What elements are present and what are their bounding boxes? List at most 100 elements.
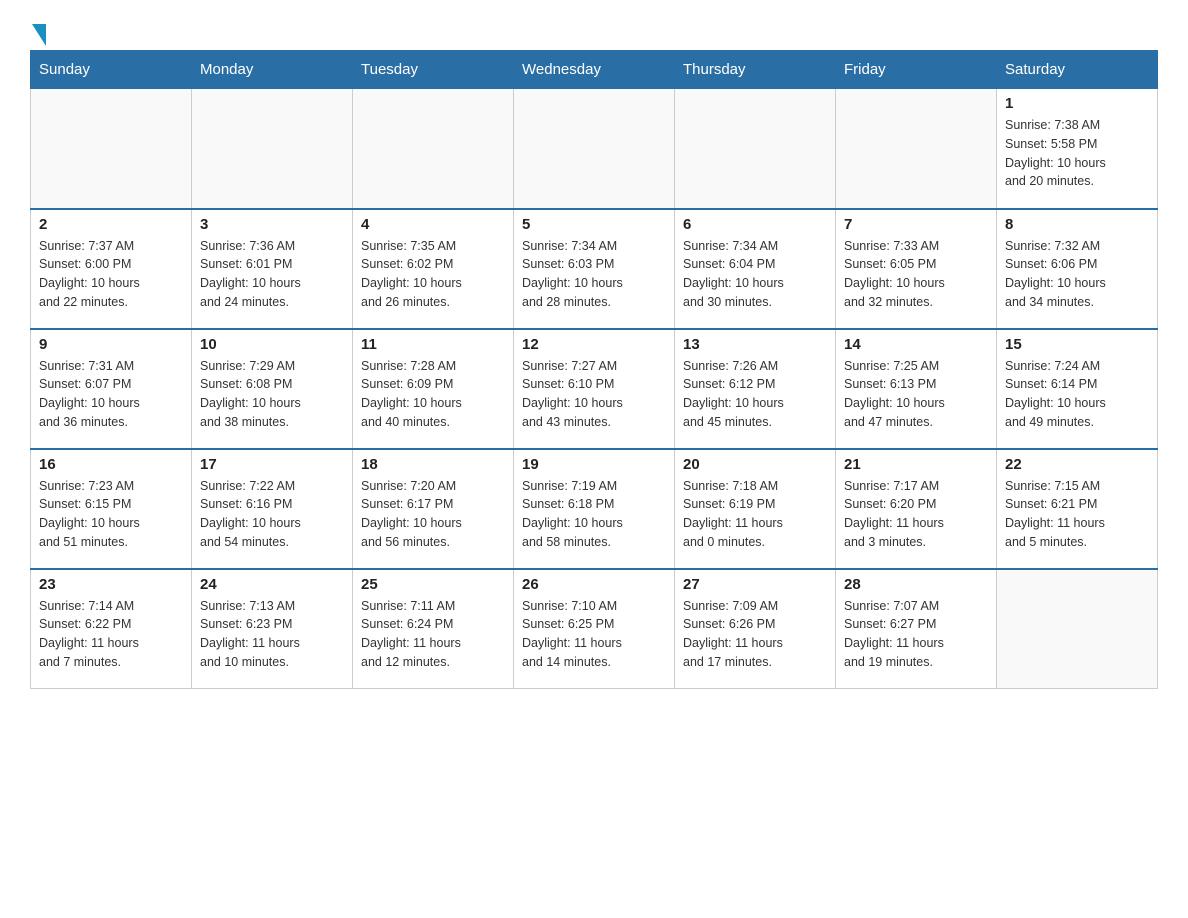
calendar-table: SundayMondayTuesdayWednesdayThursdayFrid… <box>30 50 1158 689</box>
day-number: 2 <box>39 216 183 233</box>
day-number: 3 <box>200 216 344 233</box>
day-info: Sunrise: 7:38 AMSunset: 5:58 PMDaylight:… <box>1005 116 1149 191</box>
calendar-cell: 12Sunrise: 7:27 AMSunset: 6:10 PMDayligh… <box>514 329 675 449</box>
weekday-header-row: SundayMondayTuesdayWednesdayThursdayFrid… <box>31 51 1158 89</box>
calendar-cell: 11 Sunrise: 7:28 AMSunset: 6:09 PMDayligh… <box>353 329 514 449</box>
day-info: Sunrise: 7:10 AMSunset: 6:25 PMDaylight:… <box>522 597 666 672</box>
day-info: Sunrise: 7:26 AMSunset: 6:12 PMDaylight:… <box>683 357 827 432</box>
calendar-cell <box>31 89 192 209</box>
day-number: 8 <box>1005 216 1149 233</box>
day-number: 4 <box>361 216 505 233</box>
day-number: 11 <box>361 336 505 353</box>
day-number: 23 <box>39 576 183 593</box>
calendar-cell: 5 Sunrise: 7:34 AMSunset: 6:03 PMDaylight… <box>514 209 675 329</box>
day-info: Sunrise: 7:34 AMSunset: 6:03 PMDaylight:… <box>522 237 666 312</box>
calendar-cell: 20 Sunrise: 7:18 AMSunset: 6:19 PMDayligh… <box>675 449 836 569</box>
day-number: 18 <box>361 456 505 473</box>
day-number: 5 <box>522 216 666 233</box>
day-info: Sunrise: 7:33 AMSunset: 6:05 PMDaylight:… <box>844 237 988 312</box>
calendar-cell: 7 Sunrise: 7:33 AMSunset: 6:05 PMDaylight… <box>836 209 997 329</box>
day-number: 24 <box>200 576 344 593</box>
calendar-cell: 28Sunrise: 7:07 AMSunset: 6:27 PMDayligh… <box>836 569 997 689</box>
day-info: Sunrise: 7:11 AMSunset: 6:24 PMDaylight:… <box>361 597 505 672</box>
calendar-cell <box>675 89 836 209</box>
calendar-cell: 17 Sunrise: 7:22 AMSunset: 6:16 PMDayligh… <box>192 449 353 569</box>
day-info: Sunrise: 7:25 AMSunset: 6:13 PMDaylight:… <box>844 357 988 432</box>
calendar-week-row: 2Sunrise: 7:37 AMSunset: 6:00 PMDaylight… <box>31 209 1158 329</box>
calendar-cell: 13 Sunrise: 7:26 AMSunset: 6:12 PMDayligh… <box>675 329 836 449</box>
weekday-header-friday: Friday <box>836 51 997 89</box>
day-info: Sunrise: 7:15 AMSunset: 6:21 PMDaylight:… <box>1005 477 1149 552</box>
calendar-cell: 1 Sunrise: 7:38 AMSunset: 5:58 PMDaylight… <box>997 89 1158 209</box>
day-number: 22 <box>1005 456 1149 473</box>
day-info: Sunrise: 7:19 AMSunset: 6:18 PMDaylight:… <box>522 477 666 552</box>
day-number: 1 <box>1005 95 1149 112</box>
day-info: Sunrise: 7:18 AMSunset: 6:19 PMDaylight:… <box>683 477 827 552</box>
day-info: Sunrise: 7:22 AMSunset: 6:16 PMDaylight:… <box>200 477 344 552</box>
calendar-cell: 3 Sunrise: 7:36 AMSunset: 6:01 PMDaylight… <box>192 209 353 329</box>
calendar-cell <box>192 89 353 209</box>
day-info: Sunrise: 7:24 AMSunset: 6:14 PMDaylight:… <box>1005 357 1149 432</box>
day-info: Sunrise: 7:28 AMSunset: 6:09 PMDaylight:… <box>361 357 505 432</box>
weekday-header-saturday: Saturday <box>997 51 1158 89</box>
day-number: 10 <box>200 336 344 353</box>
day-number: 15 <box>1005 336 1149 353</box>
day-info: Sunrise: 7:36 AMSunset: 6:01 PMDaylight:… <box>200 237 344 312</box>
calendar-cell: 4 Sunrise: 7:35 AMSunset: 6:02 PMDaylight… <box>353 209 514 329</box>
day-number: 21 <box>844 456 988 473</box>
day-info: Sunrise: 7:17 AMSunset: 6:20 PMDaylight:… <box>844 477 988 552</box>
day-info: Sunrise: 7:13 AMSunset: 6:23 PMDaylight:… <box>200 597 344 672</box>
calendar-cell: 6 Sunrise: 7:34 AMSunset: 6:04 PMDaylight… <box>675 209 836 329</box>
calendar-cell: 21 Sunrise: 7:17 AMSunset: 6:20 PMDayligh… <box>836 449 997 569</box>
day-info: Sunrise: 7:35 AMSunset: 6:02 PMDaylight:… <box>361 237 505 312</box>
calendar-week-row: 23 Sunrise: 7:14 AMSunset: 6:22 PMDayligh… <box>31 569 1158 689</box>
day-number: 16 <box>39 456 183 473</box>
calendar-cell: 9 Sunrise: 7:31 AMSunset: 6:07 PMDaylight… <box>31 329 192 449</box>
calendar-cell: 18 Sunrise: 7:20 AMSunset: 6:17 PMDayligh… <box>353 449 514 569</box>
weekday-header-tuesday: Tuesday <box>353 51 514 89</box>
calendar-week-row: 9 Sunrise: 7:31 AMSunset: 6:07 PMDaylight… <box>31 329 1158 449</box>
calendar-cell <box>353 89 514 209</box>
day-number: 26 <box>522 576 666 593</box>
calendar-cell: 27Sunrise: 7:09 AMSunset: 6:26 PMDayligh… <box>675 569 836 689</box>
calendar-cell <box>514 89 675 209</box>
calendar-cell: 23 Sunrise: 7:14 AMSunset: 6:22 PMDayligh… <box>31 569 192 689</box>
day-number: 27 <box>683 576 827 593</box>
day-number: 13 <box>683 336 827 353</box>
calendar-cell: 24 Sunrise: 7:13 AMSunset: 6:23 PMDayligh… <box>192 569 353 689</box>
day-number: 20 <box>683 456 827 473</box>
day-info: Sunrise: 7:31 AMSunset: 6:07 PMDaylight:… <box>39 357 183 432</box>
logo <box>30 20 46 40</box>
day-number: 19 <box>522 456 666 473</box>
calendar-week-row: 1 Sunrise: 7:38 AMSunset: 5:58 PMDaylight… <box>31 89 1158 209</box>
calendar-cell: 16 Sunrise: 7:23 AMSunset: 6:15 PMDayligh… <box>31 449 192 569</box>
calendar-cell: 14 Sunrise: 7:25 AMSunset: 6:13 PMDayligh… <box>836 329 997 449</box>
weekday-header-sunday: Sunday <box>31 51 192 89</box>
calendar-cell: 19 Sunrise: 7:19 AMSunset: 6:18 PMDayligh… <box>514 449 675 569</box>
calendar-cell: 15 Sunrise: 7:24 AMSunset: 6:14 PMDayligh… <box>997 329 1158 449</box>
day-number: 12 <box>522 336 666 353</box>
day-info: Sunrise: 7:20 AMSunset: 6:17 PMDaylight:… <box>361 477 505 552</box>
day-number: 9 <box>39 336 183 353</box>
page-header <box>30 20 1158 40</box>
day-info: Sunrise: 7:07 AMSunset: 6:27 PMDaylight:… <box>844 597 988 672</box>
calendar-cell: 22 Sunrise: 7:15 AMSunset: 6:21 PMDayligh… <box>997 449 1158 569</box>
day-number: 17 <box>200 456 344 473</box>
day-info: Sunrise: 7:14 AMSunset: 6:22 PMDaylight:… <box>39 597 183 672</box>
calendar-cell: 26 Sunrise: 7:10 AMSunset: 6:25 PMDayligh… <box>514 569 675 689</box>
day-number: 14 <box>844 336 988 353</box>
calendar-cell: 8 Sunrise: 7:32 AMSunset: 6:06 PMDaylight… <box>997 209 1158 329</box>
calendar-cell: 25Sunrise: 7:11 AMSunset: 6:24 PMDayligh… <box>353 569 514 689</box>
day-info: Sunrise: 7:23 AMSunset: 6:15 PMDaylight:… <box>39 477 183 552</box>
day-info: Sunrise: 7:29 AMSunset: 6:08 PMDaylight:… <box>200 357 344 432</box>
weekday-header-thursday: Thursday <box>675 51 836 89</box>
logo-triangle-icon <box>32 24 46 46</box>
calendar-cell <box>997 569 1158 689</box>
day-info: Sunrise: 7:34 AMSunset: 6:04 PMDaylight:… <box>683 237 827 312</box>
day-number: 7 <box>844 216 988 233</box>
weekday-header-wednesday: Wednesday <box>514 51 675 89</box>
calendar-week-row: 16 Sunrise: 7:23 AMSunset: 6:15 PMDayligh… <box>31 449 1158 569</box>
day-info: Sunrise: 7:32 AMSunset: 6:06 PMDaylight:… <box>1005 237 1149 312</box>
weekday-header-monday: Monday <box>192 51 353 89</box>
day-number: 6 <box>683 216 827 233</box>
